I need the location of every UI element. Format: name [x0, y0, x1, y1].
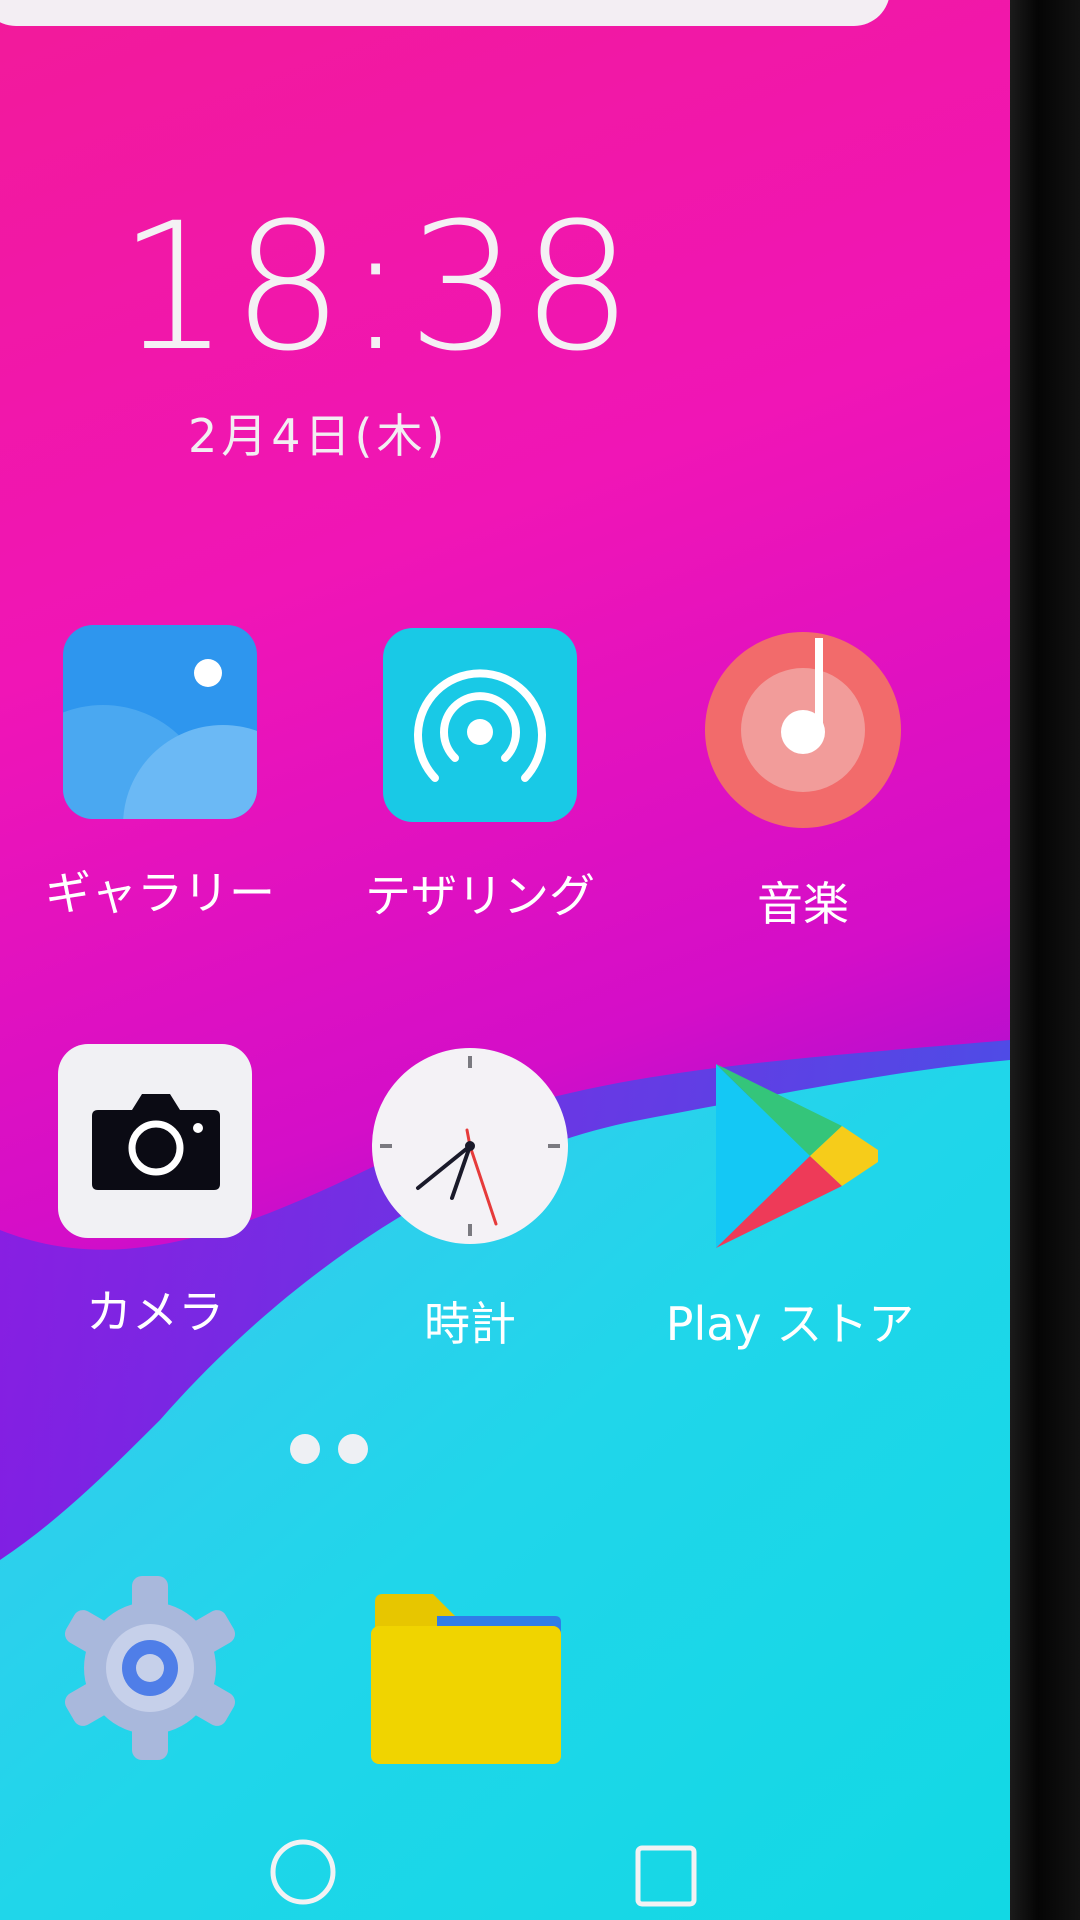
- gallery-icon: [63, 625, 257, 819]
- clock-widget-time[interactable]: 18:38: [118, 200, 635, 376]
- app-label: テザリング: [365, 869, 595, 923]
- settings-icon: [52, 1570, 248, 1766]
- app-tethering[interactable]: テザリング: [335, 628, 625, 928]
- app-play-store[interactable]: Play ストア: [645, 1060, 935, 1360]
- nav-home-button[interactable]: [268, 1837, 338, 1907]
- recents-square-icon: [635, 1845, 697, 1907]
- app-label: Play ストア: [665, 1297, 915, 1351]
- app-label: 音楽: [757, 877, 849, 931]
- home-circle-icon: [270, 1839, 336, 1905]
- app-music[interactable]: 音楽: [658, 632, 948, 932]
- files-folder-icon: [367, 1590, 563, 1766]
- dock-settings[interactable]: [5, 1570, 295, 1770]
- page-indicator[interactable]: [290, 1434, 370, 1468]
- app-clock[interactable]: 時計: [325, 1048, 615, 1351]
- app-camera[interactable]: カメラ: [10, 1044, 300, 1344]
- page-dot: [338, 1434, 368, 1464]
- music-icon: [705, 632, 901, 828]
- play-store-icon: [700, 1060, 880, 1250]
- camera-icon: [58, 1044, 252, 1238]
- app-label: 時計: [424, 1297, 516, 1351]
- device-bezel: [1010, 0, 1080, 1920]
- app-label: カメラ: [86, 1285, 224, 1339]
- clock-icon: [372, 1048, 568, 1244]
- dock-files[interactable]: [320, 1590, 610, 1790]
- home-screen: 18:38 2月4日(木) ギャラリー テザリング 音楽 カメラ 時計 Play…: [0, 0, 1010, 1920]
- app-label: ギャラリー: [45, 866, 275, 920]
- nav-recents-button[interactable]: [632, 1842, 702, 1912]
- tethering-icon: [383, 628, 577, 822]
- search-bar[interactable]: [0, 0, 890, 26]
- app-gallery[interactable]: ギャラリー: [15, 625, 305, 925]
- clock-widget-date[interactable]: 2月4日(木): [188, 400, 448, 466]
- page-dot-active: [290, 1434, 320, 1464]
